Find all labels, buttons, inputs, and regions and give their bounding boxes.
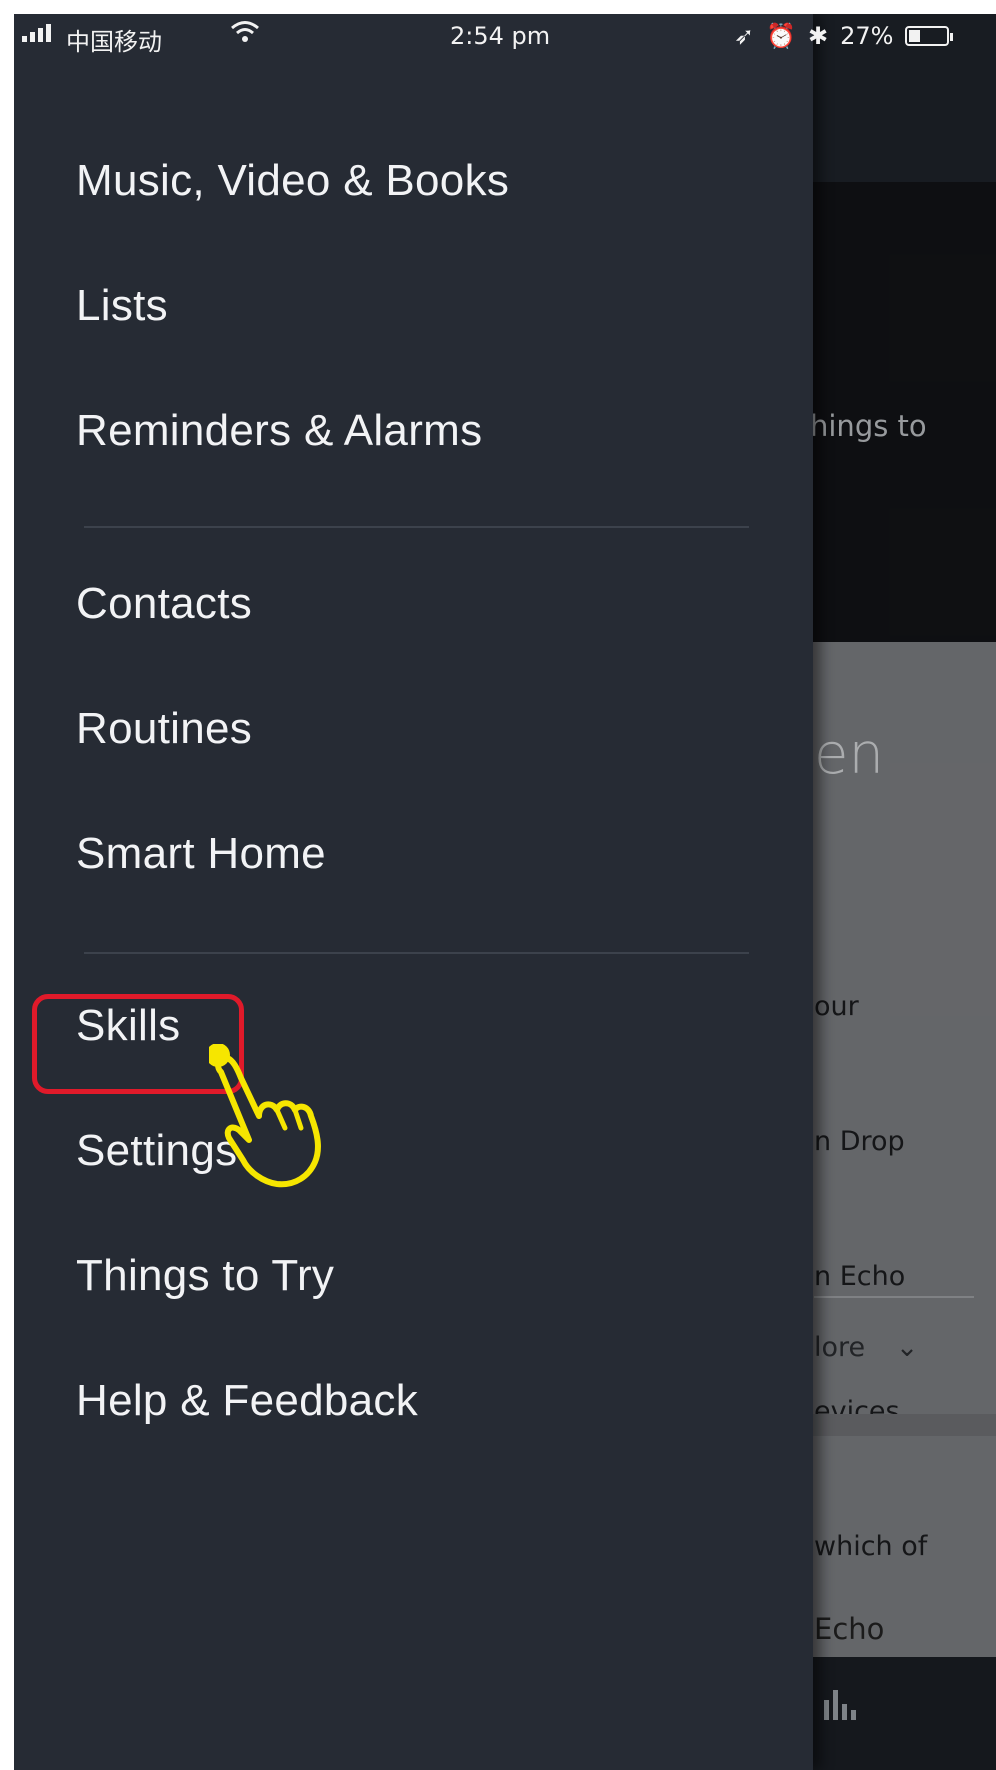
menu-item-reminders-alarms[interactable]: Reminders & Alarms	[76, 406, 482, 456]
menu-item-routines[interactable]: Routines	[76, 704, 252, 754]
battery-level	[909, 30, 921, 42]
status-time: 2:54 pm	[450, 22, 551, 50]
carrier-name: 中国移动	[66, 28, 162, 56]
menu-item-things-to-try[interactable]: Things to Try	[76, 1251, 334, 1301]
menu-item-music-video-books[interactable]: Music, Video & Books	[76, 156, 509, 206]
pointing-hand-icon	[209, 1044, 321, 1188]
menu-item-help-feedback[interactable]: Help & Feedback	[76, 1376, 418, 1426]
menu-item-contacts[interactable]: Contacts	[76, 579, 252, 629]
status-bar: 中国移动 2:54 pm ➶ ⏰ ✱ 27%	[14, 14, 996, 58]
bluetooth-icon: ✱	[808, 22, 829, 50]
alarm-icon: ⏰	[766, 22, 796, 50]
location-icon: ➶	[734, 22, 755, 50]
phone-screen: hings to en our n Drop n Echo evices whi…	[14, 14, 996, 1770]
menu-item-smart-home[interactable]: Smart Home	[76, 829, 326, 879]
navigation-drawer: Music, Video & Books Lists Reminders & A…	[14, 14, 813, 1770]
signal-icon	[22, 24, 51, 42]
battery-icon	[905, 26, 954, 46]
menu-divider	[84, 952, 749, 954]
wifi-icon	[230, 20, 260, 51]
status-right-icons: ➶ ⏰ ✱ 27%	[734, 22, 954, 50]
menu-item-lists[interactable]: Lists	[76, 281, 168, 331]
battery-percent: 27%	[840, 22, 894, 50]
menu-divider	[84, 526, 749, 528]
